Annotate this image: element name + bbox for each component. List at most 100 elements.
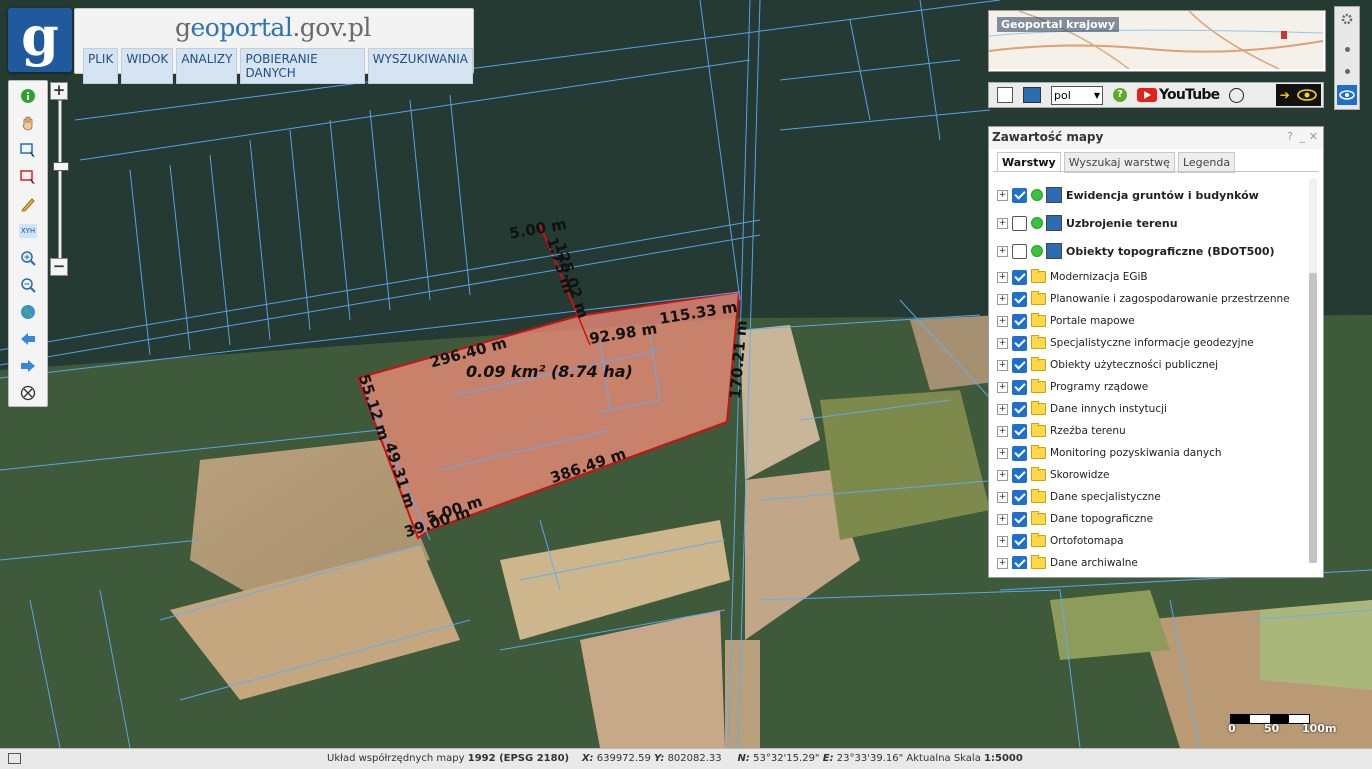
- layer-checkbox[interactable]: [1012, 533, 1027, 549]
- help-icon[interactable]: ?: [1113, 88, 1127, 102]
- layer-group-label[interactable]: Ortofotomapa: [1050, 535, 1124, 547]
- folder-icon: [1031, 555, 1046, 569]
- layer-checkbox[interactable]: [1012, 269, 1027, 285]
- zoom-in-button[interactable]: +: [50, 82, 68, 100]
- layer-group-label[interactable]: Planowanie i zagospodarowanie przestrzen…: [1050, 293, 1290, 305]
- layer-checkbox[interactable]: [1012, 379, 1027, 395]
- layer-checkbox[interactable]: [1012, 555, 1027, 569]
- wms-icon[interactable]: [1023, 87, 1041, 103]
- tab-wyszukaj-warstwe[interactable]: Wyszukaj warstwę: [1063, 152, 1175, 173]
- wheelchair-icon[interactable]: [1229, 87, 1245, 103]
- tab-warstwy[interactable]: Warstwy: [997, 152, 1061, 173]
- menu-widok[interactable]: WIDOK: [121, 48, 174, 84]
- youtube-label: YouTube: [1159, 87, 1220, 103]
- expand-icon[interactable]: +: [997, 337, 1008, 349]
- layer-checkbox[interactable]: [1012, 511, 1027, 527]
- layer-scrollbar[interactable]: [1309, 179, 1317, 563]
- layer-group-label[interactable]: Dane topograficzne: [1050, 513, 1153, 525]
- layer-checkbox[interactable]: [1012, 467, 1027, 483]
- folder-icon: [1031, 489, 1046, 503]
- layer-label[interactable]: Ewidencja gruntów i budynków: [1066, 189, 1259, 202]
- layer-group-label[interactable]: Portale mapowe: [1050, 315, 1135, 327]
- expand-statusbar-icon[interactable]: [8, 753, 21, 764]
- expand-icon[interactable]: +: [997, 315, 1008, 327]
- layer-checkbox[interactable]: [1012, 357, 1027, 373]
- main-menu: PLIK WIDOK ANALIZY POBIERANIE DANYCH WYS…: [83, 48, 473, 84]
- layer-checkbox[interactable]: [1012, 445, 1027, 461]
- expand-icon[interactable]: +: [997, 513, 1008, 525]
- print-icon[interactable]: [997, 87, 1013, 103]
- pan-hand-icon[interactable]: [18, 113, 38, 133]
- select-rectangle-icon[interactable]: [18, 140, 38, 160]
- expand-icon[interactable]: +: [997, 469, 1008, 481]
- panel-minimize-button[interactable]: _: [1300, 130, 1306, 143]
- xyh-coordinates-icon[interactable]: XYH: [18, 221, 38, 241]
- expand-icon[interactable]: +: [997, 535, 1008, 547]
- geoportal-logo[interactable]: g: [8, 8, 72, 72]
- layer-checkbox[interactable]: [1012, 243, 1027, 259]
- layer-checkbox[interactable]: [1012, 401, 1027, 417]
- layer-group-label[interactable]: Skorowidze: [1050, 469, 1109, 481]
- layer-label[interactable]: Obiekty topograficzne (BDOT500): [1066, 245, 1275, 258]
- layer-checkbox[interactable]: [1012, 423, 1027, 439]
- zoom-out-button[interactable]: −: [50, 258, 68, 276]
- dot-icon[interactable]: [1337, 61, 1357, 81]
- layer-group-label[interactable]: Dane innych instytucji: [1050, 403, 1167, 415]
- eye-panel-icon[interactable]: [1337, 85, 1357, 105]
- select-red-rectangle-icon[interactable]: [18, 167, 38, 187]
- layer-group-label[interactable]: Dane archiwalne: [1050, 557, 1138, 569]
- expand-icon[interactable]: +: [997, 217, 1008, 229]
- info-icon[interactable]: [18, 86, 38, 106]
- layer-group-label[interactable]: Specjalistyczne informacje geodezyjne: [1050, 337, 1254, 349]
- layer-checkbox[interactable]: [1012, 187, 1027, 203]
- overview-map[interactable]: Geoportal krajowy: [988, 10, 1326, 72]
- expand-icon[interactable]: +: [997, 381, 1008, 393]
- expand-icon[interactable]: +: [997, 271, 1008, 283]
- layer-checkbox[interactable]: [1012, 489, 1027, 505]
- menu-pobieranie-danych[interactable]: POBIERANIE DANYCH: [240, 48, 365, 84]
- layer-group-label[interactable]: Programy rządowe: [1050, 381, 1148, 393]
- folder-icon: [1031, 445, 1046, 459]
- layer-group-label[interactable]: Monitoring pozyskiwania danych: [1050, 447, 1222, 459]
- edit-pencil-icon[interactable]: [18, 194, 38, 214]
- contrast-toggle-button[interactable]: ➔: [1276, 84, 1321, 106]
- back-arrow-icon[interactable]: [18, 329, 38, 349]
- expand-icon[interactable]: +: [997, 293, 1008, 305]
- expand-icon[interactable]: +: [997, 245, 1008, 257]
- layer-group-label[interactable]: Obiekty użyteczności publicznej: [1050, 359, 1218, 371]
- zoom-track[interactable]: [53, 100, 69, 260]
- layer-group-label[interactable]: Dane specjalistyczne: [1050, 491, 1161, 503]
- language-select[interactable]: pol ▼: [1051, 85, 1103, 105]
- menu-wyszukiwania[interactable]: WYSZUKIWANIA: [367, 48, 473, 84]
- scrollbar-thumb[interactable]: [1309, 273, 1317, 563]
- youtube-link[interactable]: YouTube: [1137, 87, 1220, 103]
- zoom-in-icon[interactable]: [18, 248, 38, 268]
- layer-checkbox[interactable]: [1012, 313, 1027, 329]
- expand-icon[interactable]: +: [997, 491, 1008, 503]
- tab-legenda[interactable]: Legenda: [1177, 152, 1236, 173]
- dot-icon[interactable]: [1337, 39, 1357, 59]
- panel-close-button[interactable]: ✕: [1309, 130, 1318, 143]
- expand-icon[interactable]: +: [997, 189, 1008, 201]
- expand-icon[interactable]: +: [997, 359, 1008, 371]
- layer-checkbox[interactable]: [1012, 215, 1027, 231]
- layer-label[interactable]: Uzbrojenie terenu: [1066, 217, 1178, 230]
- globe-icon[interactable]: [18, 302, 38, 322]
- expand-icon[interactable]: +: [997, 557, 1008, 569]
- layer-checkbox[interactable]: [1012, 291, 1027, 307]
- forward-arrow-icon[interactable]: [18, 356, 38, 376]
- panel-header[interactable]: Zawartość mapy ? _ ✕: [989, 127, 1323, 149]
- expand-icon[interactable]: +: [997, 425, 1008, 437]
- layer-group-label[interactable]: Modernizacja EGiB: [1050, 271, 1148, 283]
- layer-checkbox[interactable]: [1012, 335, 1027, 351]
- zoom-out-icon[interactable]: [18, 275, 38, 295]
- expand-icon[interactable]: +: [997, 403, 1008, 415]
- menu-plik[interactable]: PLIK: [83, 48, 119, 84]
- layer-group-label[interactable]: Rzeźba terenu: [1050, 425, 1126, 437]
- menu-analizy[interactable]: ANALIZY: [176, 48, 238, 84]
- gear-icon[interactable]: [1337, 9, 1357, 29]
- zoom-thumb[interactable]: [53, 162, 69, 171]
- expand-icon[interactable]: +: [997, 447, 1008, 459]
- clear-icon[interactable]: [18, 383, 38, 403]
- panel-help-button[interactable]: ?: [1287, 130, 1293, 143]
